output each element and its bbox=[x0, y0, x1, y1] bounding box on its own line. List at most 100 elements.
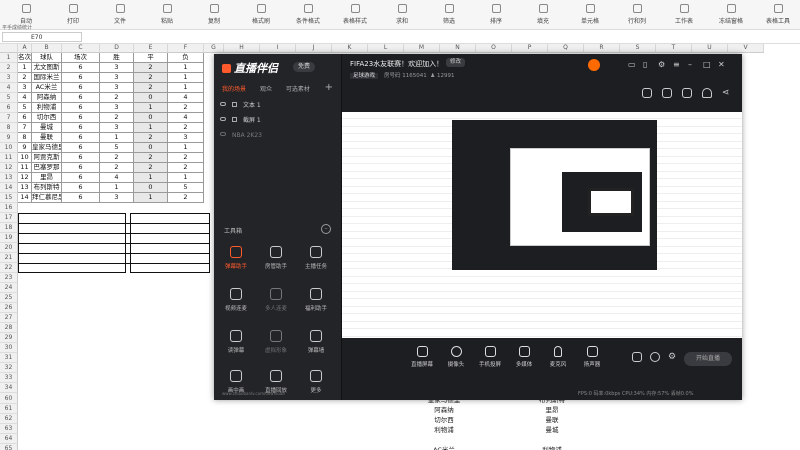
row-header[interactable]: 7 bbox=[0, 113, 18, 123]
table-cell[interactable]: 6 bbox=[18, 113, 32, 123]
ribbon-button[interactable]: 格式刷 bbox=[241, 4, 281, 26]
ribbon-button[interactable]: 条件格式 bbox=[288, 4, 328, 26]
list-item[interactable]: 切尔西 bbox=[424, 414, 464, 424]
start-live-button[interactable]: 开始直播 bbox=[684, 352, 732, 366]
gift-icon[interactable]: ▭ bbox=[628, 60, 636, 69]
eye-icon[interactable] bbox=[220, 117, 226, 121]
category-badge[interactable]: 足球游戏 bbox=[350, 73, 379, 79]
table-cell[interactable]: 6 bbox=[62, 83, 100, 93]
tool-tasks[interactable]: 主播任务 bbox=[298, 246, 334, 270]
table-cell[interactable]: 1 bbox=[134, 193, 168, 203]
tool-danmu-wall[interactable]: 弹幕墙 bbox=[298, 330, 334, 354]
table-cell[interactable]: 2 bbox=[100, 113, 134, 123]
row-header[interactable]: 32 bbox=[0, 363, 18, 373]
table-cell[interactable]: 5 bbox=[168, 183, 204, 193]
table-cell[interactable]: 阿贾克斯 bbox=[32, 153, 62, 163]
screen-share-button[interactable]: 直播屏幕 bbox=[404, 346, 440, 368]
lock-icon[interactable] bbox=[232, 117, 237, 122]
eye-icon[interactable] bbox=[220, 132, 226, 136]
table-cell[interactable]: 6 bbox=[62, 173, 100, 183]
plan-badge[interactable]: 免费 bbox=[293, 62, 316, 72]
column-header[interactable]: E bbox=[134, 44, 168, 53]
list-item[interactable]: 里昂 bbox=[532, 404, 572, 414]
ribbon-button[interactable]: 单元格 bbox=[570, 4, 610, 26]
maximize-icon[interactable]: □ bbox=[703, 60, 711, 69]
row-header[interactable]: 62 bbox=[0, 414, 18, 424]
table-cell[interactable]: 2 bbox=[18, 73, 32, 83]
table-cell[interactable]: 3 bbox=[100, 193, 134, 203]
column-header[interactable]: R bbox=[584, 44, 620, 53]
table-header-cell[interactable]: 胜 bbox=[100, 53, 134, 63]
table-cell[interactable]: 曼城 bbox=[32, 123, 62, 133]
add-source-button[interactable]: + bbox=[325, 82, 333, 93]
minimize-icon[interactable]: – bbox=[688, 60, 692, 69]
table-cell[interactable]: 3 bbox=[18, 83, 32, 93]
collapse-icon[interactable]: – bbox=[321, 224, 331, 234]
record-icon[interactable] bbox=[642, 88, 652, 98]
tool-video-link[interactable]: 视频连麦 bbox=[218, 288, 254, 312]
table-cell[interactable]: 1 bbox=[100, 133, 134, 143]
column-header[interactable]: B bbox=[32, 44, 62, 53]
table-cell[interactable]: 2 bbox=[134, 153, 168, 163]
row-header[interactable]: 27 bbox=[0, 313, 18, 323]
close-icon[interactable]: ✕ bbox=[718, 60, 725, 69]
row-header[interactable]: 30 bbox=[0, 343, 18, 353]
table-cell[interactable]: 6 bbox=[62, 183, 100, 193]
table-cell[interactable]: 1 bbox=[100, 183, 134, 193]
table-cell[interactable]: 2 bbox=[134, 163, 168, 173]
table-cell[interactable]: 拜仁慕尼黑 bbox=[32, 193, 62, 203]
row-header[interactable]: 23 bbox=[0, 273, 18, 283]
table-header-cell[interactable]: 平 bbox=[134, 53, 168, 63]
table-cell[interactable]: AC米兰 bbox=[32, 83, 62, 93]
table-cell[interactable]: 14 bbox=[18, 193, 32, 203]
row-header[interactable]: 17 bbox=[0, 213, 18, 223]
row-header[interactable]: 12 bbox=[0, 163, 18, 173]
row-header[interactable]: 26 bbox=[0, 303, 18, 313]
row-header[interactable]: 2 bbox=[0, 63, 18, 73]
table-cell[interactable]: 6 bbox=[62, 93, 100, 103]
column-header[interactable]: F bbox=[168, 44, 204, 53]
column-header[interactable]: L bbox=[368, 44, 404, 53]
table-cell[interactable]: 5 bbox=[100, 143, 134, 153]
table-cell[interactable]: 9 bbox=[18, 143, 32, 153]
ribbon-button[interactable]: 排序 bbox=[476, 4, 516, 26]
row-header[interactable]: 19 bbox=[0, 233, 18, 243]
table-cell[interactable]: 阿森纳 bbox=[32, 93, 62, 103]
table-cell[interactable]: 3 bbox=[100, 123, 134, 133]
lock-icon[interactable] bbox=[662, 88, 672, 98]
table-cell[interactable]: 2 bbox=[100, 163, 134, 173]
table-cell[interactable]: 4 bbox=[18, 93, 32, 103]
table-cell[interactable]: 2 bbox=[134, 133, 168, 143]
scene-item[interactable]: 文本 1 bbox=[220, 100, 261, 112]
media-button[interactable]: 多媒体 bbox=[506, 346, 542, 368]
table-header-cell[interactable]: 场次 bbox=[62, 53, 100, 63]
column-header[interactable]: T bbox=[656, 44, 692, 53]
row-header[interactable]: 15 bbox=[0, 193, 18, 203]
column-header[interactable]: N bbox=[440, 44, 476, 53]
column-header[interactable]: H bbox=[224, 44, 260, 53]
tool-danmu[interactable]: 弹幕助手 bbox=[218, 246, 254, 270]
table-cell[interactable]: 6 bbox=[62, 103, 100, 113]
row-header[interactable]: 33 bbox=[0, 373, 18, 383]
table-cell[interactable]: 2 bbox=[100, 93, 134, 103]
scene-item[interactable]: 截屏 1 bbox=[220, 115, 261, 127]
table-cell[interactable]: 6 bbox=[62, 133, 100, 143]
column-header[interactable]: A bbox=[18, 44, 32, 53]
row-header[interactable]: 4 bbox=[0, 83, 18, 93]
table-cell[interactable]: 6 bbox=[62, 113, 100, 123]
column-header[interactable]: C bbox=[62, 44, 100, 53]
row-header[interactable]: 5 bbox=[0, 93, 18, 103]
list-item[interactable]: AC米兰 bbox=[424, 444, 464, 450]
table-cell[interactable]: 6 bbox=[62, 163, 100, 173]
row-header[interactable]: 63 bbox=[0, 424, 18, 434]
phone-cast-button[interactable]: 手机投屏 bbox=[472, 346, 508, 368]
list-item[interactable]: 阿森纳 bbox=[424, 404, 464, 414]
table-header-cell[interactable]: 球队 bbox=[32, 53, 62, 63]
edit-title-button[interactable]: 修改 bbox=[446, 58, 466, 67]
table-cell[interactable]: 12 bbox=[18, 173, 32, 183]
stream-preview[interactable] bbox=[342, 112, 742, 338]
column-header[interactable]: M bbox=[404, 44, 440, 53]
table-cell[interactable]: 2 bbox=[168, 153, 204, 163]
list-item[interactable]: 曼联 bbox=[532, 414, 572, 424]
ribbon-button[interactable]: 行和列 bbox=[617, 4, 657, 26]
